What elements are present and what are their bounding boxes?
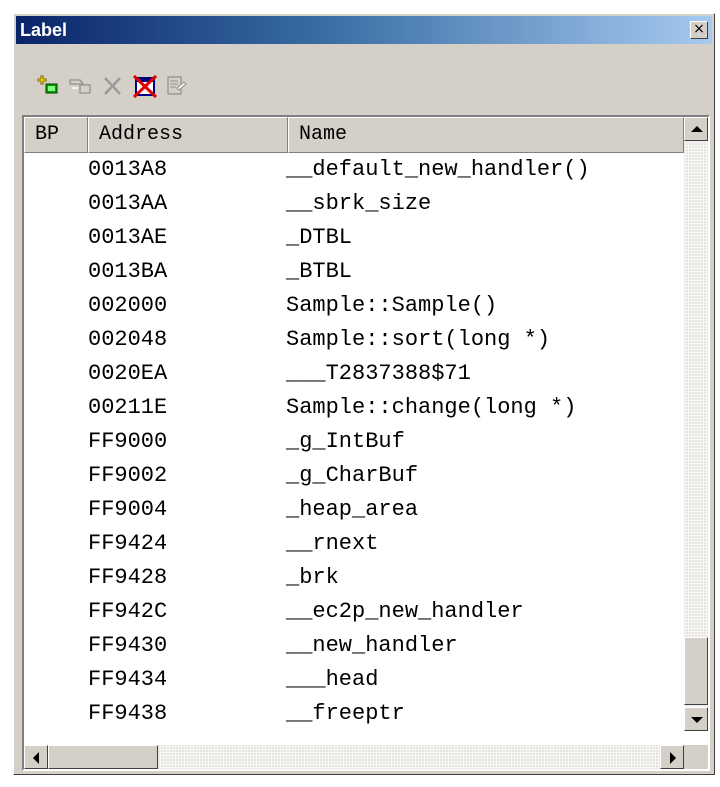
table-row[interactable]: FF9000 _g_IntBuf	[24, 425, 684, 459]
row-address: 0013AE	[88, 225, 168, 250]
column-header-address[interactable]: Address	[88, 117, 288, 153]
row-address: 0013AA	[88, 191, 168, 216]
row-address: FF9430	[88, 633, 168, 658]
table-row[interactable]: FF9004 _heap_area	[24, 493, 684, 527]
horizontal-scroll-thumb[interactable]	[48, 745, 158, 769]
row-name: __ec2p_new_handler	[286, 599, 524, 624]
close-button[interactable]: ×	[690, 21, 708, 39]
list-rows: 0013A8 __default_new_handler() 0013AA __sbr…	[24, 153, 684, 731]
close-icon: ×	[693, 21, 705, 37]
row-name: _DTBL	[286, 225, 353, 250]
row-address: FF9004	[88, 497, 168, 522]
view-source-icon	[167, 76, 187, 95]
row-address: FF9428	[88, 565, 168, 590]
scroll-up-button[interactable]	[684, 117, 708, 141]
label-window: Label × BP Address Name 0013A8 __default…	[13, 13, 715, 775]
table-row[interactable]: FF9002 _g_CharBuf	[24, 459, 684, 493]
table-row[interactable]: 0013BA _BTBL	[24, 255, 684, 289]
edit-label-icon	[69, 79, 91, 94]
arrow-left-icon	[33, 752, 39, 764]
table-row[interactable]: FF9438 __freeptr	[24, 697, 684, 731]
row-address: FF9000	[88, 429, 168, 454]
table-row[interactable]: FF9430 __new_handler	[24, 629, 684, 663]
delete-all-button[interactable]	[130, 70, 160, 102]
row-address: 0013A8	[88, 157, 168, 182]
row-name: _BTBL	[286, 259, 353, 284]
column-header-bp[interactable]: BP	[24, 117, 88, 153]
row-address: FF9424	[88, 531, 168, 556]
row-name: Sample::sort(long *)	[286, 327, 551, 352]
scroll-left-button[interactable]	[24, 745, 48, 769]
row-name: _brk	[286, 565, 339, 590]
table-row[interactable]: 00211E Sample::change(long *)	[24, 391, 684, 425]
horizontal-scrollbar[interactable]	[24, 745, 684, 769]
row-address: 002000	[88, 293, 168, 318]
row-name: _heap_area	[286, 497, 419, 522]
row-name: _g_IntBuf	[286, 429, 405, 454]
scroll-right-button[interactable]	[660, 745, 684, 769]
row-address: 0020EA	[88, 361, 168, 386]
row-address: FF9002	[88, 463, 168, 488]
row-name: __sbrk_size	[286, 191, 432, 216]
edit-label-button[interactable]	[66, 70, 96, 102]
row-name: Sample::change(long *)	[286, 395, 577, 420]
row-name: __rnext	[286, 531, 379, 556]
window-title: Label	[20, 20, 68, 40]
table-row[interactable]: 0020EA ___T2837388$71	[24, 357, 684, 391]
scroll-down-button[interactable]	[684, 707, 708, 731]
row-address: 002048	[88, 327, 168, 352]
delete-label-icon	[104, 77, 121, 95]
arrow-down-icon	[691, 717, 703, 723]
table-row[interactable]: FF9424 __rnext	[24, 527, 684, 561]
row-address: 00211E	[88, 395, 168, 420]
scrollbar-corner	[684, 745, 708, 769]
add-label-icon	[37, 75, 58, 94]
row-name: __new_handler	[286, 633, 458, 658]
row-name: ___head	[286, 667, 379, 692]
arrow-right-icon	[670, 752, 676, 764]
title-bar[interactable]: Label ×	[16, 16, 712, 44]
add-label-button[interactable]	[34, 70, 64, 102]
table-row[interactable]: 0013AE _DTBL	[24, 221, 684, 255]
delete-label-button[interactable]	[98, 70, 128, 102]
row-name: ___T2837388$71	[286, 361, 471, 386]
row-name: _g_CharBuf	[286, 463, 419, 488]
table-row[interactable]: 0013AA __sbrk_size	[24, 187, 684, 221]
column-header-name[interactable]: Name	[288, 117, 684, 153]
row-address: FF9438	[88, 701, 168, 726]
vertical-scroll-thumb[interactable]	[684, 637, 708, 705]
toolbar	[20, 70, 320, 104]
table-row[interactable]: 002048 Sample::sort(long *)	[24, 323, 684, 357]
table-row[interactable]: FF9434 ___head	[24, 663, 684, 697]
row-address: FF9434	[88, 667, 168, 692]
table-row[interactable]: FF9428 _brk	[24, 561, 684, 595]
row-address: 0013BA	[88, 259, 168, 284]
vertical-scrollbar[interactable]	[684, 117, 708, 731]
table-row[interactable]: 002000 Sample::Sample()	[24, 289, 684, 323]
table-row[interactable]: 0013A8 __default_new_handler()	[24, 153, 684, 187]
row-name: __freeptr	[286, 701, 405, 726]
label-list[interactable]: BP Address Name 0013A8 __default_new_hand…	[22, 115, 710, 771]
row-address: FF942C	[88, 599, 168, 624]
view-source-button[interactable]	[162, 70, 192, 102]
arrow-up-icon	[691, 126, 703, 132]
list-header: BP Address Name	[24, 117, 684, 153]
row-name: Sample::Sample()	[286, 293, 498, 318]
delete-all-icon	[132, 74, 158, 99]
row-name: __default_new_handler()	[286, 157, 590, 182]
table-row[interactable]: FF942C __ec2p_new_handler	[24, 595, 684, 629]
